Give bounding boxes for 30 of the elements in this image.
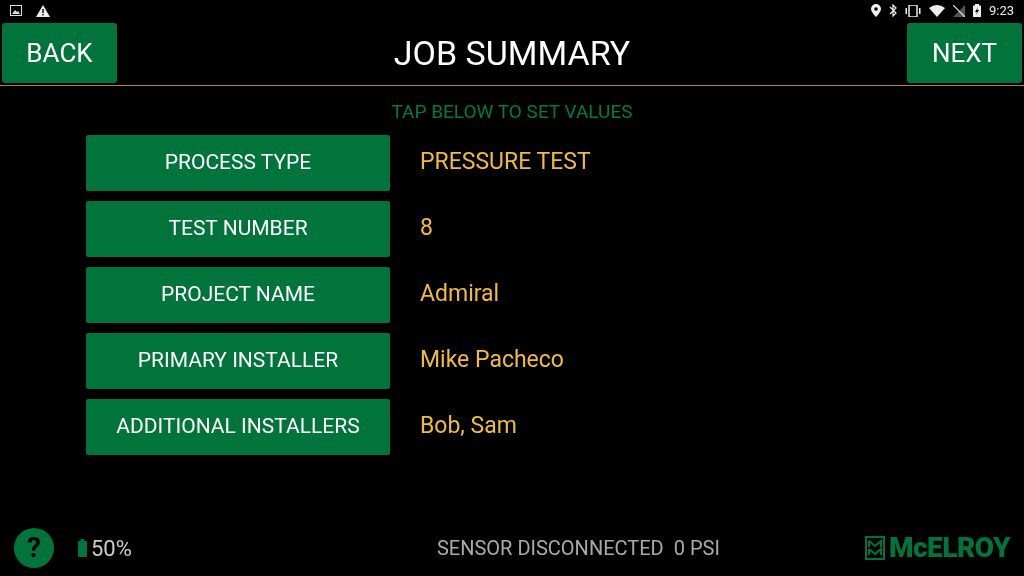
field-value: Bob, Sam [420, 411, 517, 442]
field-value: 8 [420, 213, 433, 244]
page-title: JOB SUMMARY [393, 31, 631, 75]
battery-level: 50% [91, 534, 132, 563]
field-button[interactable]: TEST NUMBER [86, 200, 390, 257]
image-icon [10, 5, 22, 16]
field-value: PRESSURE TEST [420, 147, 591, 178]
signal-icon [952, 4, 965, 17]
location-icon [870, 4, 881, 17]
field-button[interactable]: ADDITIONAL INSTALLERS [86, 398, 390, 455]
battery-icon [972, 4, 981, 17]
wifi-icon [928, 4, 945, 17]
back-button[interactable]: BACK [2, 23, 117, 83]
field-value: Mike Pacheco [420, 345, 564, 376]
vibrate-icon [904, 4, 921, 17]
warning-icon [36, 4, 50, 17]
field-button[interactable]: PRIMARY INSTALLER [86, 332, 390, 389]
brand-logo: McELROY [888, 530, 1010, 566]
instruction-text: TAP BELOW TO SET VALUES [391, 99, 633, 125]
field-button[interactable]: PROJECT NAME [86, 266, 390, 323]
logo-mark-icon [864, 536, 885, 560]
field-button[interactable]: PROCESS TYPE [86, 134, 390, 191]
bluetooth-icon [888, 4, 897, 17]
help-button[interactable]: ? [14, 528, 54, 568]
battery-icon [78, 539, 87, 557]
next-button[interactable]: NEXT [907, 23, 1022, 83]
field-value: Admiral [420, 279, 500, 310]
pressure-reading: 0 PSI [673, 535, 720, 562]
sensor-status: SENSOR DISCONNECTED [436, 535, 664, 562]
clock-time: 9:23 [988, 1, 1014, 20]
